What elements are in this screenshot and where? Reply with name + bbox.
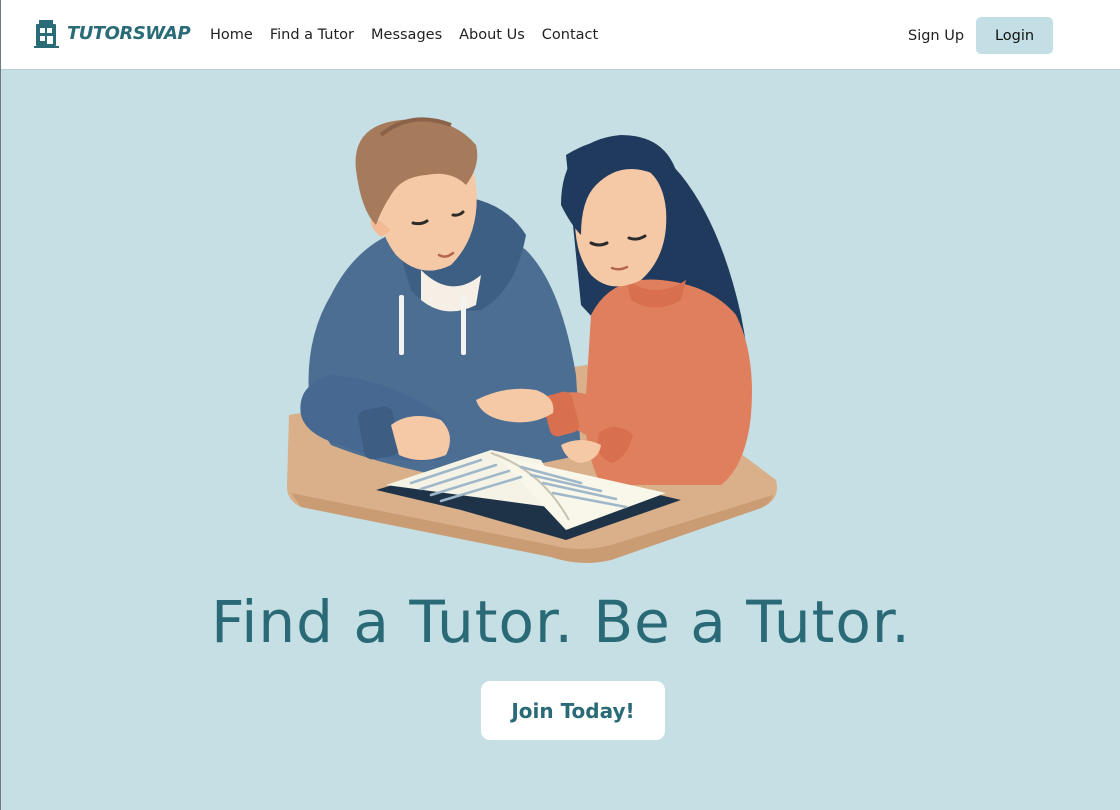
nav-link-contact[interactable]: Contact	[542, 25, 598, 45]
join-today-button[interactable]: Join Today!	[481, 681, 665, 740]
tutorswap-logo[interactable]: TUTORSWAP	[33, 18, 191, 48]
hero-headline: Find a Tutor. Be a Tutor.	[211, 588, 911, 656]
main-nav: Home Find a Tutor Messages About Us Cont…	[210, 25, 615, 45]
top-navigation-bar: TUTORSWAP Home Find a Tutor Messages Abo…	[1, 0, 1120, 70]
login-button[interactable]: Login	[976, 17, 1053, 54]
nav-link-about-us[interactable]: About Us	[459, 25, 525, 45]
nav-link-messages[interactable]: Messages	[371, 25, 442, 45]
nav-link-find-a-tutor[interactable]: Find a Tutor	[270, 25, 354, 45]
two-students-studying-book-illustration	[286, 117, 777, 563]
nav-link-home[interactable]: Home	[210, 25, 253, 45]
building-logo-icon	[34, 20, 59, 48]
sign-up-link[interactable]: Sign Up	[908, 26, 964, 46]
brand-name: TUTORSWAP	[67, 22, 191, 44]
